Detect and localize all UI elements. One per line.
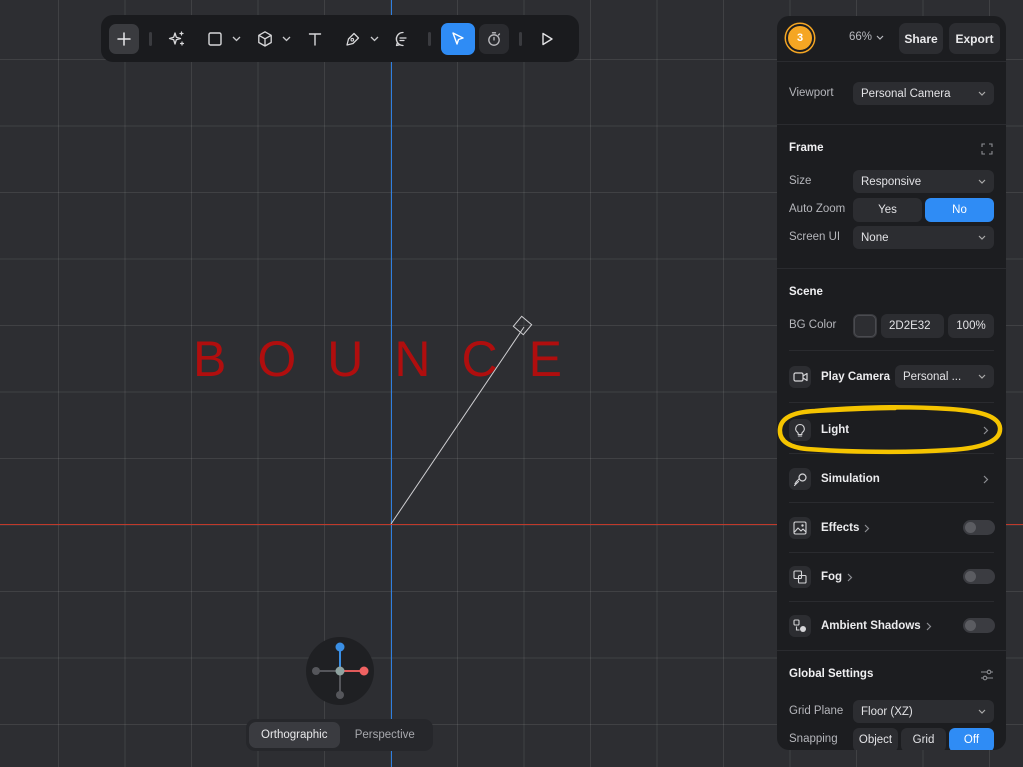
fog-icon	[789, 566, 811, 588]
grid-plane-label: Grid Plane	[789, 705, 844, 717]
play-icon[interactable]	[532, 24, 562, 54]
gizmo-y-axis[interactable]	[335, 642, 345, 652]
top-toolbar	[101, 15, 579, 62]
size-dropdown[interactable]: Responsive	[853, 170, 994, 193]
play-camera-label: Play Camera	[821, 371, 890, 383]
zoom-value: 66%	[849, 31, 873, 43]
global-settings-title: Global Settings	[789, 668, 874, 680]
effects-row[interactable]: Effects	[821, 522, 870, 534]
chevron-down-icon	[978, 235, 986, 240]
size-value: Responsive	[861, 175, 922, 188]
autozoom-segmented: Yes No	[853, 198, 994, 222]
play-camera-value: Personal ...	[903, 370, 962, 383]
effects-toggle[interactable]	[963, 520, 995, 535]
bg-hex-value: 2D2E32	[889, 320, 931, 332]
pointer-icon[interactable]	[441, 22, 475, 55]
chevron-right-icon	[864, 524, 870, 532]
viewport-dropdown[interactable]: Personal Camera	[853, 82, 994, 105]
avatar[interactable]: 3	[786, 24, 814, 52]
chevron-down-icon	[978, 709, 986, 714]
chevron-down-icon	[978, 374, 986, 379]
chevron-right-icon	[983, 475, 989, 484]
chevron-down-icon	[978, 91, 986, 96]
pen-icon[interactable]	[338, 24, 368, 54]
chevron-down-icon[interactable]	[280, 36, 292, 42]
orientation-gizmo[interactable]	[306, 637, 374, 705]
annotation-highlight	[777, 405, 1003, 455]
bg-opacity-input[interactable]: 100%	[948, 314, 994, 338]
screenui-value: None	[861, 231, 889, 244]
toolbar-separator	[519, 31, 522, 46]
cube-icon[interactable]	[250, 24, 280, 54]
panel-header: 3 66% Share Export	[777, 16, 1006, 61]
toolbar-separator	[149, 31, 152, 46]
properties-panel: 3 66% Share Export Viewport Personal Cam…	[777, 16, 1006, 750]
screenui-label: Screen UI	[789, 231, 841, 243]
snapping-label: Snapping	[789, 733, 838, 745]
toolbar-separator	[428, 31, 431, 46]
zoom-dropdown[interactable]: 66%	[849, 31, 884, 43]
snapping-object[interactable]: Object	[853, 728, 898, 750]
simulation-icon	[789, 468, 811, 490]
projection-toggle: Orthographic Perspective	[246, 719, 433, 751]
frame-section-title: Frame	[789, 142, 824, 154]
rectangle-icon[interactable]	[200, 24, 230, 54]
chevron-right-icon	[847, 573, 853, 581]
fog-toggle[interactable]	[963, 569, 995, 584]
scene-section-title: Scene	[789, 286, 823, 298]
text-icon[interactable]	[300, 24, 330, 54]
export-button[interactable]: Export	[949, 23, 1000, 54]
chevron-right-icon	[926, 622, 932, 630]
viewport-value: Personal Camera	[861, 87, 951, 100]
play-camera-label-text: Play Camera	[821, 371, 891, 383]
snapping-segmented: Object Grid Off	[853, 728, 994, 750]
simulation-row[interactable]: Simulation	[777, 461, 1006, 497]
ambient-shadows-toggle[interactable]	[963, 618, 995, 633]
chevron-down-icon	[978, 179, 986, 184]
plus-icon[interactable]	[109, 23, 139, 54]
comment-icon[interactable]	[388, 24, 418, 54]
chevron-down-icon[interactable]	[368, 36, 380, 42]
gizmo-x-axis[interactable]	[359, 666, 369, 676]
fog-label: Fog	[821, 571, 843, 583]
ambient-shadows-label: Ambient Shadows	[821, 620, 921, 632]
play-camera-dropdown[interactable]: Personal ...	[895, 365, 994, 388]
autozoom-yes[interactable]: Yes	[853, 198, 922, 222]
bg-opacity-value: 100%	[956, 320, 986, 332]
autozoom-label: Auto Zoom	[789, 203, 846, 215]
grid-plane-value: Floor (XZ)	[861, 705, 913, 718]
grid-plane-dropdown[interactable]: Floor (XZ)	[853, 700, 994, 723]
screenui-dropdown[interactable]: None	[853, 226, 994, 249]
bg-color-swatch[interactable]	[853, 314, 877, 338]
fullscreen-icon[interactable]	[981, 143, 993, 155]
chevron-down-icon	[876, 35, 884, 40]
ambient-shadows-row[interactable]: Ambient Shadows	[821, 620, 932, 632]
share-button[interactable]: Share	[899, 23, 943, 54]
autozoom-no[interactable]: No	[925, 198, 994, 222]
ambient-shadows-icon	[789, 615, 811, 637]
bg-color-hex-input[interactable]: 2D2E32	[881, 314, 944, 338]
simulation-label: Simulation	[821, 473, 880, 485]
ai-sparkle-icon[interactable]	[162, 24, 192, 54]
gizmo-center[interactable]	[335, 666, 345, 676]
orthographic-option[interactable]: Orthographic	[249, 722, 340, 748]
video-camera-icon	[789, 366, 811, 388]
effects-label: Effects	[821, 522, 860, 534]
timer-icon[interactable]	[479, 23, 509, 54]
bg-color-label: BG Color	[789, 319, 837, 331]
snapping-grid[interactable]: Grid	[901, 728, 946, 750]
size-label: Size	[789, 175, 812, 187]
viewport-label: Viewport	[789, 87, 834, 99]
image-effects-icon	[789, 517, 811, 539]
bounce-text-object[interactable]: BOUNCE	[193, 330, 593, 388]
fog-row[interactable]: Fog	[821, 571, 853, 583]
chevron-down-icon[interactable]	[230, 36, 242, 42]
perspective-option[interactable]: Perspective	[340, 722, 431, 748]
sliders-icon[interactable]	[980, 668, 994, 682]
snapping-off[interactable]: Off	[949, 728, 994, 750]
